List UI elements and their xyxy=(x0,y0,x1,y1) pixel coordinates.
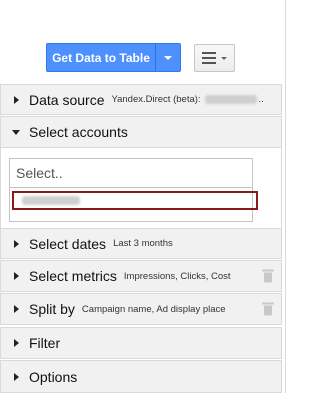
trash-icon[interactable] xyxy=(262,302,274,316)
section-summary: Last 3 months xyxy=(113,238,173,249)
expand-arrow-icon xyxy=(13,239,19,248)
expand-arrow-icon xyxy=(13,272,19,280)
section-title: Select dates xyxy=(29,235,107,252)
section-title: Split by xyxy=(29,301,75,317)
trash-icon[interactable] xyxy=(262,269,274,283)
account-dropdown-list xyxy=(9,188,258,222)
redacted-account xyxy=(204,95,257,104)
hamburger-menu-icon xyxy=(202,52,216,64)
section-title: Options xyxy=(29,368,78,385)
section-select-accounts[interactable]: Select accounts xyxy=(0,116,282,148)
expand-arrow-icon xyxy=(13,372,19,381)
section-options[interactable]: Options xyxy=(0,360,282,393)
section-title: Data source xyxy=(29,91,105,108)
section-select-dates[interactable]: Select dates Last 3 months xyxy=(0,228,282,259)
section-summary: Yandex.Direct (beta): xyxy=(111,94,201,105)
section-summary: Campaign name, Ad display place xyxy=(81,303,226,315)
section-title: Filter xyxy=(29,335,61,351)
redacted-account-name xyxy=(22,196,80,205)
expand-arrow-icon xyxy=(13,305,19,313)
panel-edge xyxy=(285,0,286,393)
section-title: Select metrics xyxy=(29,268,117,284)
get-data-to-table-button[interactable]: Get Data to Table xyxy=(47,44,156,71)
collapse-arrow-icon xyxy=(12,129,20,135)
get-data-dropdown-button[interactable] xyxy=(156,44,180,71)
chevron-down-icon xyxy=(221,56,227,60)
section-filter[interactable]: Filter xyxy=(0,327,282,359)
menu-button[interactable] xyxy=(194,44,235,72)
section-title: Select accounts xyxy=(29,124,128,140)
account-select-placeholder: Select.. xyxy=(16,165,63,181)
account-select-input[interactable]: Select.. xyxy=(9,158,253,188)
section-data-source[interactable]: Data source Yandex.Direct (beta): .. xyxy=(0,84,282,115)
chevron-down-icon xyxy=(164,55,172,60)
account-option[interactable] xyxy=(12,191,258,210)
section-select-metrics[interactable]: Select metrics Impressions, Clicks, Cost xyxy=(0,260,282,292)
section-summary: Impressions, Clicks, Cost xyxy=(123,270,231,282)
section-split-by[interactable]: Split by Campaign name, Ad display place xyxy=(0,293,282,325)
expand-arrow-icon xyxy=(13,339,19,347)
section-summary-suffix: .. xyxy=(258,94,264,105)
get-data-button-group[interactable]: Get Data to Table xyxy=(46,43,181,72)
accounts-panel: Select.. xyxy=(0,148,282,228)
expand-arrow-icon xyxy=(13,95,19,104)
